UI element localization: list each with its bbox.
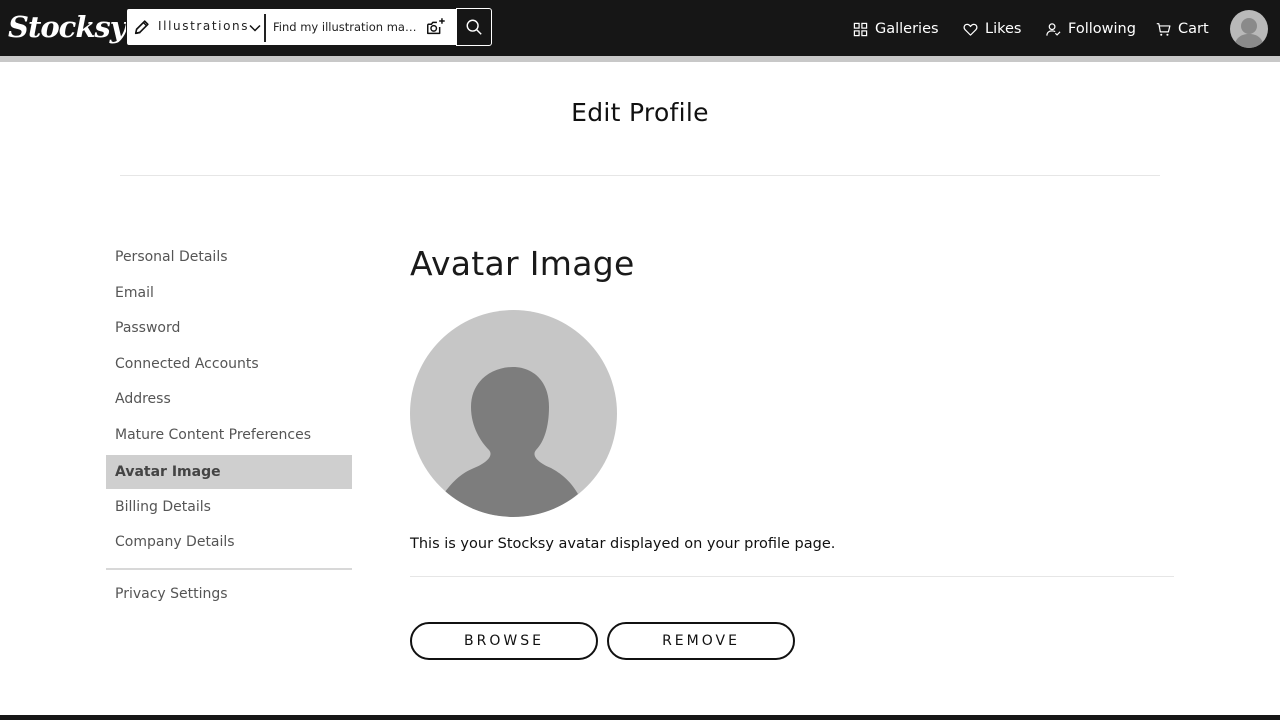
sidebar-item-privacy-settings[interactable]: Privacy Settings <box>106 577 352 611</box>
pencil-icon <box>134 20 149 35</box>
search-icon <box>466 19 482 35</box>
search-divider <box>264 14 266 42</box>
sidebar-divider <box>106 568 352 570</box>
sidebar-item-company-details[interactable]: Company Details <box>106 525 352 559</box>
stocksy-logo[interactable]: Stocksy <box>8 9 127 45</box>
sidebar-item-avatar-image[interactable]: Avatar Image <box>106 455 352 489</box>
top-navigation-bar: Stocksy Illustrations Find my illustrati… <box>0 0 1280 56</box>
header-divider <box>0 56 1280 62</box>
user-avatar-menu[interactable] <box>1230 10 1268 48</box>
nav-likes-label: Likes <box>985 21 1022 37</box>
nav-following-label: Following <box>1068 21 1136 37</box>
cart-icon <box>1156 22 1171 36</box>
sidebar-item-address[interactable]: Address <box>106 382 352 416</box>
title-divider <box>120 175 1160 176</box>
chevron-down-icon <box>249 24 261 32</box>
nav-galleries-label: Galleries <box>875 21 939 37</box>
search-box: Illustrations <box>126 8 492 46</box>
avatar-image-preview <box>410 310 617 517</box>
search-input[interactable] <box>273 13 421 41</box>
sidebar-item-mature-content[interactable]: Mature Content Preferences <box>106 418 352 452</box>
nav-likes[interactable]: Likes <box>963 18 1021 40</box>
category-label: Illustrations <box>158 19 250 33</box>
sidebar-item-connected-accounts[interactable]: Connected Accounts <box>106 347 352 381</box>
grid-icon <box>853 22 868 36</box>
user-avatar-icon <box>1234 18 1264 48</box>
browse-button[interactable]: BROWSE <box>410 622 598 660</box>
avatar-silhouette-icon <box>445 367 578 517</box>
nav-following[interactable]: Following <box>1046 18 1136 40</box>
sidebar-item-personal-details[interactable]: Personal Details <box>106 240 352 274</box>
nav-galleries[interactable]: Galleries <box>853 18 939 40</box>
nav-cart[interactable]: Cart <box>1156 18 1209 40</box>
heart-icon <box>963 23 978 36</box>
section-title: Avatar Image <box>410 244 635 283</box>
sidebar-item-email[interactable]: Email <box>106 276 352 310</box>
sidebar-item-password[interactable]: Password <box>106 311 352 345</box>
avatar-description: This is your Stocksy avatar displayed on… <box>410 536 836 552</box>
content-divider <box>410 576 1174 577</box>
page-title: Edit Profile <box>571 98 709 127</box>
user-check-icon <box>1046 22 1061 36</box>
remove-button[interactable]: REMOVE <box>607 622 795 660</box>
search-button[interactable] <box>456 8 492 46</box>
sidebar-item-billing-details[interactable]: Billing Details <box>106 490 352 524</box>
visual-search-camera-icon[interactable] <box>425 16 447 38</box>
category-dropdown[interactable]: Illustrations <box>127 9 265 45</box>
footer-edge <box>0 715 1280 720</box>
nav-cart-label: Cart <box>1178 21 1209 37</box>
